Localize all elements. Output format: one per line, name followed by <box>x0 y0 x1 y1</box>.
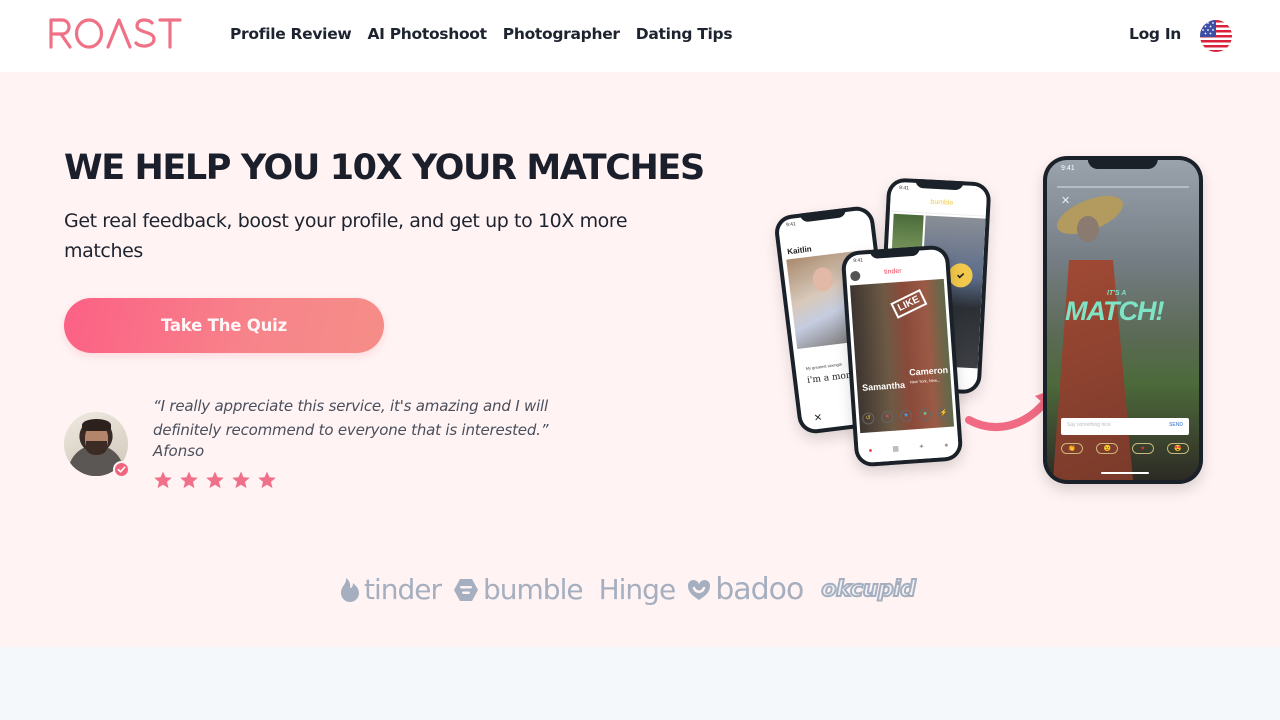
site-header: ROAST Profile Review AI Photoshoot Photo… <box>0 0 1280 72</box>
send-button[interactable]: SEND <box>1169 422 1183 428</box>
nav-profile-review[interactable]: Profile Review <box>230 25 352 43</box>
heart-eyes-emoji-button[interactable]: 😍 <box>1166 443 1189 454</box>
phone-time: 9:41 <box>1061 165 1075 172</box>
explore-icon: ▦ <box>892 445 900 453</box>
login-link[interactable]: Log In <box>1129 25 1181 43</box>
testimonial-author: Afonso <box>153 442 205 460</box>
hinge-prompt-label: My greatest strength <box>805 361 843 372</box>
phone-time: 9:41 <box>785 221 797 229</box>
close-icon: ✕ <box>813 412 823 425</box>
bumble-app-name: bumble <box>930 198 954 207</box>
hero-subtitle: Get real feedback, boost your profile, a… <box>64 210 628 262</box>
phone-time: 9:41 <box>898 185 909 192</box>
take-quiz-button[interactable]: Take The Quiz <box>64 298 384 353</box>
phone-time: 9:41 <box>853 257 864 265</box>
like-icon: ♥ <box>918 408 932 421</box>
nav-ai-photoshoot[interactable]: AI Photoshoot <box>367 25 487 43</box>
hero-section: WE HELP YOU 10X YOUR MATCHES Get real fe… <box>0 72 1280 647</box>
boost-icon: ⚡ <box>937 406 951 420</box>
testimonial-quote: “I really appreciate this service, it's … <box>153 397 549 439</box>
verified-check-icon <box>113 461 130 478</box>
close-icon[interactable]: ✕ <box>1061 194 1070 207</box>
bumble-logo: bumble <box>453 573 584 606</box>
star-icon <box>232 471 250 489</box>
platform-logos: tinder bumble Hinge badoo okcupid <box>340 572 917 607</box>
hinge-profile-name: Kaitlin <box>786 244 813 257</box>
nope-icon: ✕ <box>880 410 894 424</box>
heart-emoji-button[interactable]: ♥ <box>1131 443 1154 454</box>
roast-logo[interactable]: ROAST <box>48 16 182 50</box>
rewind-icon: ↺ <box>861 412 875 425</box>
match-big-text: MATCH! <box>1065 296 1164 326</box>
clap-emoji-button[interactable]: 👏 <box>1061 443 1083 454</box>
tinder-flame-icon: ● <box>868 446 873 455</box>
hero-title: WE HELP YOU 10X YOUR MATCHES <box>64 148 705 188</box>
star-icon <box>258 471 276 489</box>
badoo-logo: badoo <box>687 572 804 607</box>
message-input[interactable]: Say something nice <box>1067 422 1111 428</box>
main-nav: Profile Review AI Photoshoot Photographe… <box>230 25 733 43</box>
star-icon <box>206 471 224 489</box>
next-section <box>0 647 1280 720</box>
nav-dating-tips[interactable]: Dating Tips <box>636 25 733 43</box>
match-phone-mockup: 9:41 ✕ IT'S A MATCH! Say something nice … <box>1043 156 1203 484</box>
tinder-app-name: tinder <box>883 267 902 277</box>
bumble-hex-icon <box>454 578 479 601</box>
flame-icon <box>341 577 359 602</box>
badoo-heart-icon <box>688 579 711 600</box>
sparkle-icon: ✦ <box>918 443 925 452</box>
us-flag-icon[interactable] <box>1200 20 1232 52</box>
rating-stars <box>153 470 277 490</box>
chat-icon: ● <box>943 441 949 449</box>
tinder-logo: tinder <box>340 573 442 606</box>
star-icon <box>154 471 172 489</box>
nav-photographer[interactable]: Photographer <box>503 25 620 43</box>
tinder-phone-mockup: 9:41 tinder LIKE Samantha Cameron New Yo… <box>840 244 964 468</box>
okcupid-logo: okcupid <box>820 576 917 603</box>
wink-emoji-button[interactable]: 😉 <box>1096 443 1119 454</box>
star-icon <box>180 471 198 489</box>
superlike-icon: ★ <box>899 409 913 423</box>
hinge-logo: Hinge <box>598 573 677 606</box>
